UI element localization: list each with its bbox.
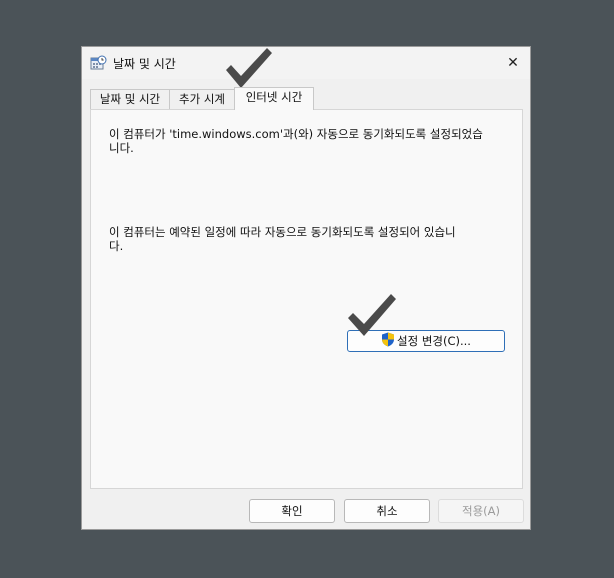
window-title: 날짜 및 시간 [113,57,176,71]
tab-additional-clocks[interactable]: 추가 시계 [169,89,235,109]
schedule-info-text: 이 컴퓨터는 예약된 일정에 따라 자동으로 동기화되도록 설정되어 있습니 다… [109,225,456,253]
ok-button[interactable]: 확인 [249,499,335,523]
apply-button[interactable]: 적용(A) [438,499,524,523]
tab-date-time[interactable]: 날짜 및 시간 [90,89,170,109]
cancel-button[interactable]: 취소 [344,499,430,523]
tab-internet-time[interactable]: 인터넷 시간 [234,87,314,110]
close-icon: ✕ [507,55,519,71]
checkmark-annotation-icon [226,48,272,88]
checkmark-annotation-icon [348,294,396,336]
date-time-dialog: 날짜 및 시간 ✕ 날짜 및 시간 추가 시계 인터넷 시간 이 컴퓨터가 't… [81,46,531,530]
sync-info-text: 이 컴퓨터가 'time.windows.com'과(와) 자동으로 동기화되도… [109,127,483,155]
change-settings-label: 설정 변경(C)... [397,334,471,348]
title-bar: 날짜 및 시간 ✕ [82,47,530,79]
close-button[interactable]: ✕ [496,47,530,79]
internet-time-panel: 이 컴퓨터가 'time.windows.com'과(와) 자동으로 동기화되도… [90,109,523,489]
clock-calendar-icon [90,55,107,70]
